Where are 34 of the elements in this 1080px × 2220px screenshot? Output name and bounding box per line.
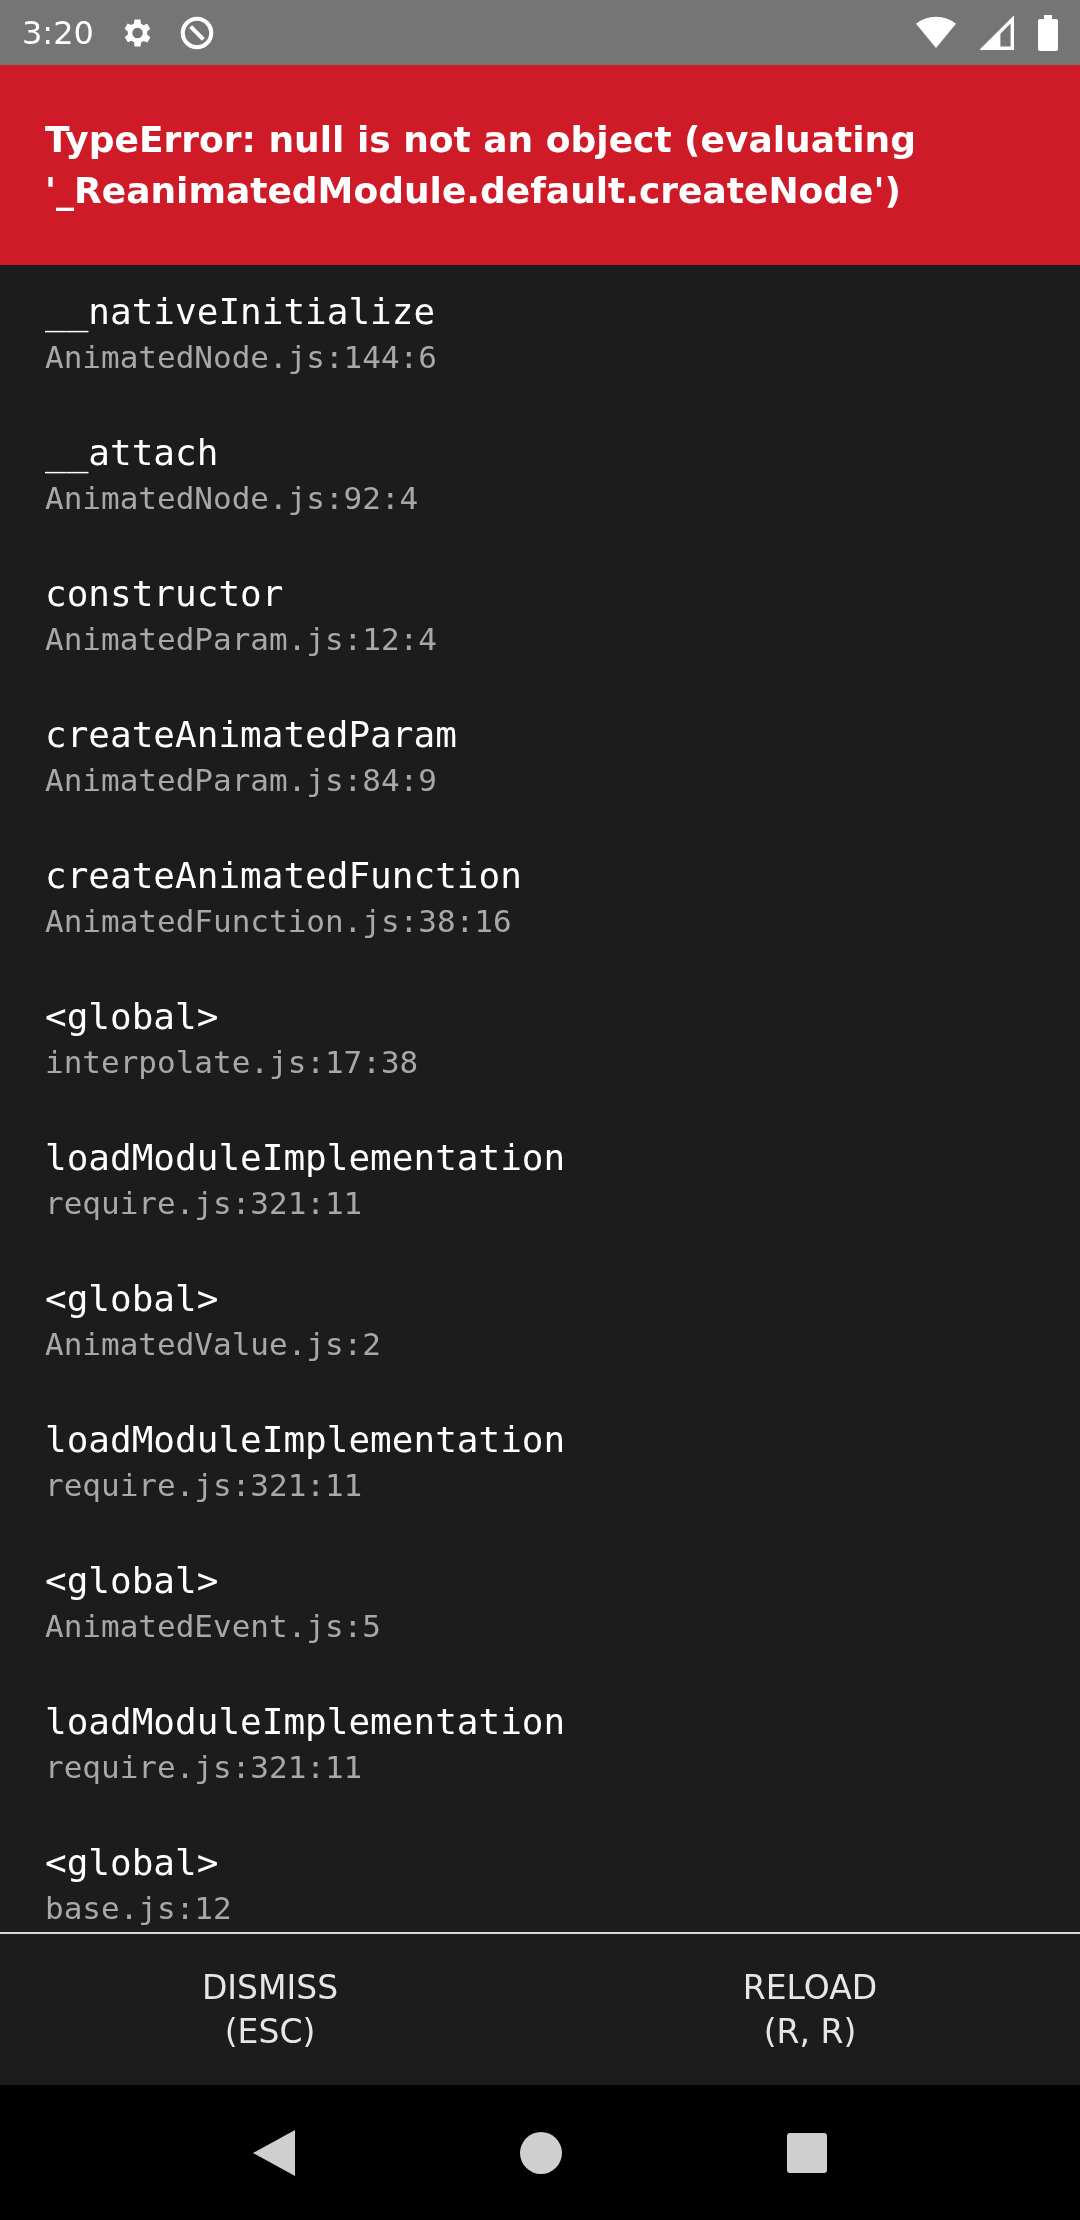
stack-frame-method[interactable]: loadModuleImplementation	[45, 1697, 566, 1747]
stack-frame-location: require.js:321:11	[45, 1184, 363, 1223]
stack-frame-method[interactable]: <global>	[45, 992, 219, 1042]
stack-frame-method[interactable]: createAnimatedParam	[45, 710, 457, 760]
stack-frame-method[interactable]: <global>	[45, 1274, 219, 1324]
stack-frame-location: AnimatedNode.js:92:4	[45, 479, 419, 518]
stack-frame-location: AnimatedValue.js:2	[45, 1325, 381, 1364]
stack-frame-method[interactable]: loadModuleImplementation	[45, 1133, 566, 1183]
stack-frame-location: AnimatedParam.js:84:9	[45, 761, 437, 800]
stack-frame-method[interactable]: __nativeInitialize	[45, 287, 436, 337]
stack-frame-method[interactable]: createAnimatedFunction	[45, 851, 522, 901]
error-message: TypeError: null is not an object (evaluating '_ReanimatedModule.default.createNode')	[45, 118, 917, 213]
stack-frame-location: interpolate.js:17:38	[45, 1043, 419, 1082]
stack-frame-method[interactable]: loadModuleImplementation	[45, 1415, 566, 1465]
stack-frame-method[interactable]: constructor	[45, 569, 284, 619]
stack-frame-location: AnimatedFunction.js:38:16	[45, 902, 512, 941]
reload-button[interactable]: RELOAD (R, R)	[540, 1934, 1080, 2085]
battery-icon	[1038, 14, 1058, 51]
stack-frame-location: base.js:12	[45, 1889, 232, 1928]
recents-icon[interactable]	[787, 2132, 828, 2173]
stack-frame-location: AnimatedNode.js:144:6	[45, 338, 437, 377]
back-icon[interactable]	[252, 2129, 295, 2176]
stack-frame-location: AnimatedEvent.js:5	[45, 1607, 381, 1646]
stack-frame-location: require.js:321:11	[45, 1466, 363, 1505]
signal-icon	[980, 15, 1014, 50]
home-icon[interactable]	[520, 2131, 562, 2174]
stack-frame-method[interactable]: <global>	[45, 1838, 219, 1888]
stack-frame-method[interactable]: <global>	[45, 1556, 219, 1606]
stack-frame-method[interactable]: __attach	[45, 428, 219, 478]
stack-frame-location: AnimatedParam.js:12:4	[45, 620, 437, 659]
wifi-icon	[916, 15, 956, 50]
stack-frame-location: require.js:321:11	[45, 1748, 363, 1787]
dismiss-button[interactable]: DISMISS (ESC)	[0, 1934, 540, 2085]
status-time: 3:20	[22, 13, 94, 52]
